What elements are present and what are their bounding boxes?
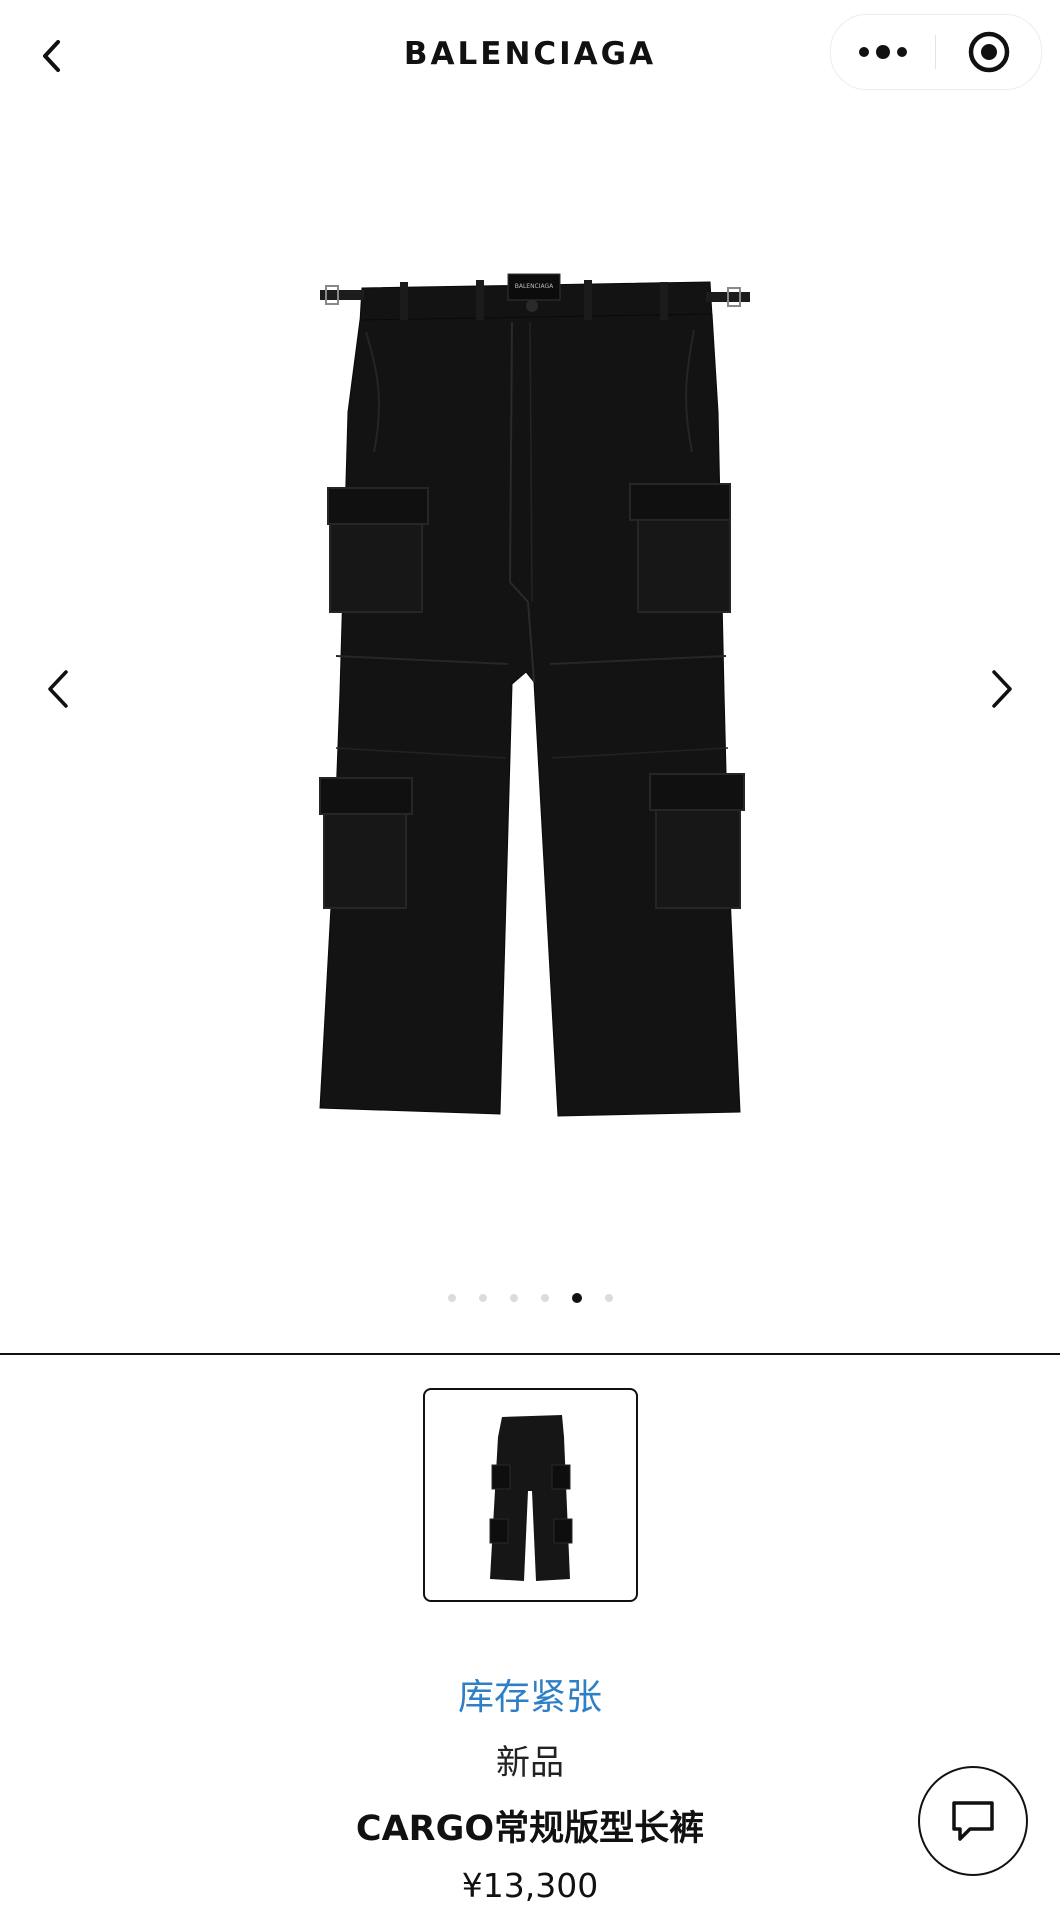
pagination-dot[interactable] [447,1294,456,1302]
more-button[interactable] [831,15,935,89]
section-divider [0,1353,1060,1355]
stock-status: 库存紧张 [457,1677,602,1718]
chat-icon [952,1801,994,1841]
chevron-right-icon [992,670,1012,708]
waist-label-text: BALENCIAGA [515,283,554,290]
top-bar: BALENCIAGA [0,0,1060,112]
new-tag: 新品 [496,1743,564,1783]
gallery-prev-button[interactable] [28,649,88,729]
mini-program-capsule [830,14,1042,90]
product-image: BALENCIAGA [319,273,750,1117]
pagination-dot-active[interactable] [571,1293,582,1303]
back-button[interactable] [28,28,76,84]
product-name: CARGO常规版型长裤 [355,1809,705,1849]
chevron-left-icon [48,670,68,708]
close-program-button[interactable] [936,15,1041,89]
page-title: BALENCIAGA [403,36,657,72]
pagination-dot[interactable] [540,1294,549,1302]
thumbnail-selected[interactable] [423,1388,638,1602]
pagination-dot[interactable] [478,1294,487,1302]
more-dots-icon [859,45,907,59]
product-price: ¥13,300 [461,1866,599,1905]
pagination-dot[interactable] [604,1294,613,1302]
chat-button[interactable] [918,1766,1028,1876]
chevron-left-icon [43,40,60,72]
target-icon [968,31,1009,73]
gallery-pagination [0,1288,1060,1308]
pagination-dot[interactable] [509,1294,518,1302]
thumbnail-image [489,1415,572,1581]
product-gallery[interactable]: BALENCIAGA [0,112,1060,1352]
gallery-next-button[interactable] [972,649,1032,729]
